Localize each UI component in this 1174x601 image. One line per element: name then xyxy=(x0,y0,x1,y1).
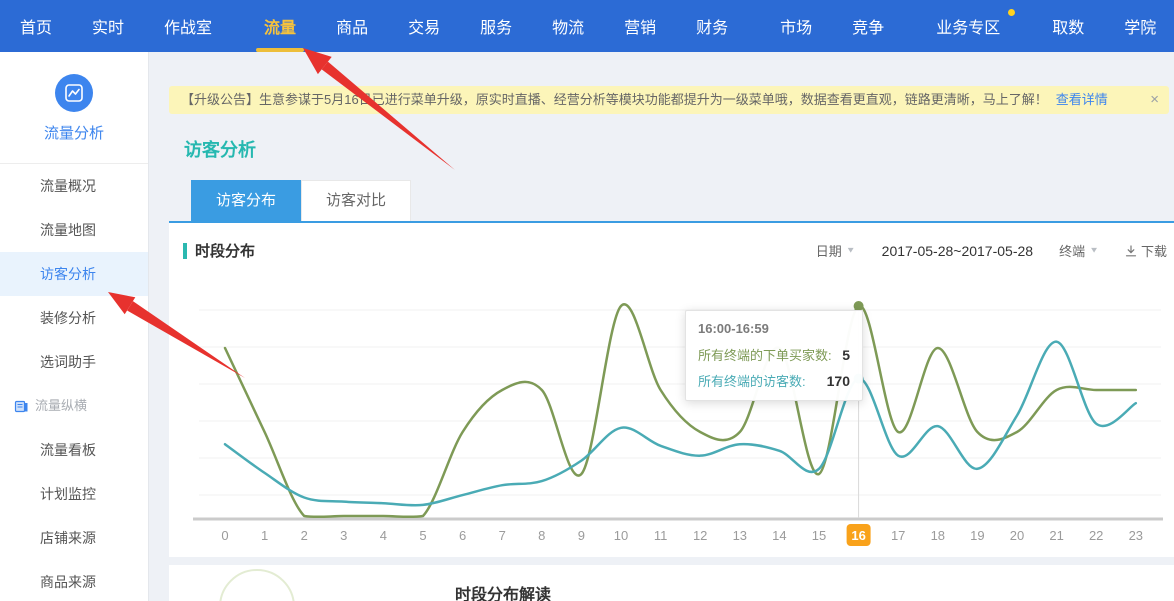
sidebar-item-traffic-map[interactable]: 流量地图 xyxy=(0,208,148,252)
upgrade-announcement-banner: 【升级公告】生意参谋于5月16日已进行菜单升级，原实时直播、经营分析等模块功能都… xyxy=(169,86,1169,114)
svg-text:4: 4 xyxy=(380,528,387,543)
sidebar-header-label: 流量分析 xyxy=(0,122,148,151)
banner-text: 【升级公告】生意参谋于5月16日已进行菜单升级，原实时直播、经营分析等模块功能都… xyxy=(181,86,1048,114)
tab-bar: 访客分布 访客对比 xyxy=(191,180,1174,221)
svg-text:3: 3 xyxy=(340,528,347,543)
svg-text:14: 14 xyxy=(772,528,786,543)
sidebar-section-traffic-matrix[interactable]: 流量纵横 xyxy=(0,384,148,428)
tooltip-time-range: 16:00-16:59 xyxy=(698,321,850,336)
main-content: 【升级公告】生意参谋于5月16日已进行菜单升级，原实时直播、经营分析等模块功能都… xyxy=(149,52,1174,601)
nav-item-warroom[interactable]: 作战室 xyxy=(144,0,232,52)
nav-item-competition[interactable]: 竞争 xyxy=(832,0,904,52)
tooltip-visitors-row: 所有终端的访客数: 170 xyxy=(698,371,850,390)
svg-text:13: 13 xyxy=(733,528,747,543)
date-type-dropdown[interactable]: 日期 ▼ xyxy=(816,241,856,260)
nav-item-data-fetch[interactable]: 取数 xyxy=(1032,0,1104,52)
ledger-icon xyxy=(14,399,29,414)
nav-item-finance[interactable]: 财务 xyxy=(676,0,748,52)
svg-text:10: 10 xyxy=(614,528,628,543)
date-range-picker[interactable]: 2017-05-28~2017-05-28 xyxy=(882,243,1033,259)
close-icon[interactable]: × xyxy=(1138,86,1159,114)
tooltip-buyers-value: 5 xyxy=(842,347,850,363)
notification-dot xyxy=(1008,9,1015,16)
sidebar-section-label: 流量纵横 xyxy=(35,384,87,428)
banner-detail-link[interactable]: 查看详情 xyxy=(1056,86,1108,114)
svg-text:5: 5 xyxy=(419,528,426,543)
sidebar-item-traffic-board[interactable]: 流量看板 xyxy=(0,428,148,472)
insight-gauge-ring xyxy=(219,569,295,601)
svg-text:6: 6 xyxy=(459,528,466,543)
svg-text:19: 19 xyxy=(970,528,984,543)
svg-text:8: 8 xyxy=(538,528,545,543)
svg-text:20: 20 xyxy=(1010,528,1024,543)
svg-text:2: 2 xyxy=(301,528,308,543)
sidebar-item-keyword-helper[interactable]: 选词助手 xyxy=(0,340,148,384)
chevron-down-icon: ▼ xyxy=(846,246,856,255)
download-icon xyxy=(1125,245,1137,257)
page-title: 访客分析 xyxy=(184,136,1174,162)
svg-text:16: 16 xyxy=(851,528,865,543)
sidebar-item-visitor-analysis[interactable]: 访客分析 xyxy=(0,252,148,296)
traffic-analysis-icon xyxy=(55,74,93,112)
panel-controls: 日期 ▼ 2017-05-28~2017-05-28 终端 ▼ 下 xyxy=(816,241,1167,260)
hourly-line-chart[interactable]: 01234567891011121314151617181920212223 1… xyxy=(169,274,1174,557)
nav-item-home[interactable]: 首页 xyxy=(0,0,72,52)
tooltip-visitors-value: 170 xyxy=(827,373,850,389)
tab-visitor-distribution[interactable]: 访客分布 xyxy=(191,180,301,221)
nav-item-market[interactable]: 市场 xyxy=(760,0,832,52)
sidebar-item-shop-source[interactable]: 店铺来源 xyxy=(0,516,148,560)
app-window: 首页 实时 作战室 流量 商品 交易 服务 物流 营销 财务 市场 竞争 业务专… xyxy=(0,0,1174,601)
nav-item-service[interactable]: 服务 xyxy=(460,0,532,52)
time-distribution-panel: 时段分布 日期 ▼ 2017-05-28~2017-05-28 终端 ▼ xyxy=(169,223,1174,557)
sidebar-item-traffic-overview[interactable]: 流量概况 xyxy=(0,164,148,208)
chart-canvas: 01234567891011121314151617181920212223 xyxy=(169,282,1174,552)
tooltip-buyers-label: 所有终端的下单买家数: xyxy=(698,345,832,364)
nav-item-marketing[interactable]: 营销 xyxy=(604,0,676,52)
svg-text:9: 9 xyxy=(578,528,585,543)
sidebar: 流量分析 流量概况 流量地图 访客分析 装修分析 选词助手 流量纵横 流量看板 … xyxy=(0,52,149,601)
tab-visitor-comparison[interactable]: 访客对比 xyxy=(301,180,411,221)
nav-item-business-zone[interactable]: 业务专区 xyxy=(916,0,1020,52)
svg-text:21: 21 xyxy=(1049,528,1063,543)
svg-text:17: 17 xyxy=(891,528,905,543)
date-type-label: 日期 xyxy=(816,241,842,260)
nav-item-label: 业务专区 xyxy=(936,14,1000,38)
download-button[interactable]: 下载 xyxy=(1125,241,1167,260)
svg-text:11: 11 xyxy=(654,528,668,543)
terminal-dropdown[interactable]: 终端 ▼ xyxy=(1059,241,1099,260)
chart-tooltip: 16:00-16:59 所有终端的下单买家数: 5 所有终端的访客数: 170 xyxy=(685,310,863,401)
svg-text:0: 0 xyxy=(221,528,228,543)
sidebar-item-plan-monitor[interactable]: 计划监控 xyxy=(0,472,148,516)
sidebar-item-decoration-analysis[interactable]: 装修分析 xyxy=(0,296,148,340)
insight-title: 时段分布解读 xyxy=(455,581,551,601)
nav-item-trade[interactable]: 交易 xyxy=(388,0,460,52)
panel-header: 时段分布 日期 ▼ 2017-05-28~2017-05-28 终端 ▼ xyxy=(169,223,1174,274)
svg-text:22: 22 xyxy=(1089,528,1103,543)
download-label: 下载 xyxy=(1141,241,1167,260)
svg-text:15: 15 xyxy=(812,528,826,543)
nav-item-product[interactable]: 商品 xyxy=(316,0,388,52)
tooltip-visitors-label: 所有终端的访客数: xyxy=(698,371,806,390)
svg-text:7: 7 xyxy=(499,528,506,543)
chevron-down-icon: ▼ xyxy=(1089,246,1099,255)
terminal-label: 终端 xyxy=(1059,241,1085,260)
nav-item-traffic[interactable]: 流量 xyxy=(244,0,316,52)
svg-text:18: 18 xyxy=(931,528,945,543)
sidebar-header: 流量分析 xyxy=(0,52,148,164)
top-navbar: 首页 实时 作战室 流量 商品 交易 服务 物流 营销 财务 市场 竞争 业务专… xyxy=(0,0,1174,52)
svg-text:23: 23 xyxy=(1129,528,1143,543)
panel-title: 时段分布 xyxy=(183,240,255,261)
nav-item-logistics[interactable]: 物流 xyxy=(532,0,604,52)
svg-text:12: 12 xyxy=(693,528,707,543)
nav-item-realtime[interactable]: 实时 xyxy=(72,0,144,52)
svg-text:1: 1 xyxy=(261,528,268,543)
tooltip-buyers-row: 所有终端的下单买家数: 5 xyxy=(698,345,850,364)
time-distribution-insight-panel: 时段分布解读 xyxy=(169,565,1174,601)
nav-item-academy[interactable]: 学院 xyxy=(1104,0,1174,52)
sidebar-item-product-source[interactable]: 商品来源 xyxy=(0,560,148,601)
